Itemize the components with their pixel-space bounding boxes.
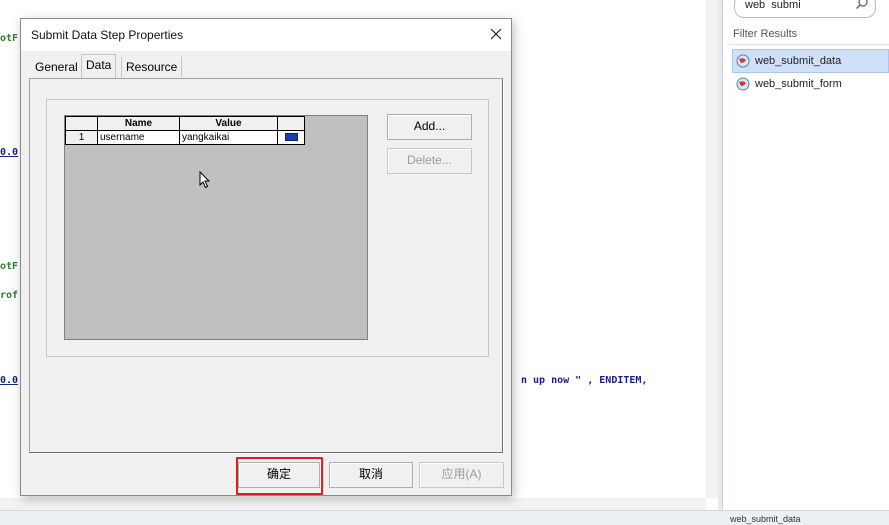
abc-icon — [284, 133, 298, 142]
code-fragment: 0.0 — [0, 375, 19, 386]
data-grid[interactable]: Name Value 1 username yangkaikai — [64, 115, 368, 340]
bottom-fragment: web_submit_data — [730, 514, 801, 524]
code-fragment: 0.0 — [0, 147, 19, 158]
submit-data-step-properties-dialog: Submit Data Step Properties General Data… — [20, 18, 512, 496]
tab-data[interactable]: Data — [81, 54, 117, 78]
data-group-box: Name Value 1 username yangkaikai Add... … — [46, 99, 489, 357]
result-item-label: web_submit_data — [755, 55, 842, 67]
result-item-web-submit-data[interactable]: web_submit_data — [732, 49, 889, 73]
data-table: Name Value 1 username yangkaikai — [65, 116, 305, 145]
table-row[interactable]: 1 username yangkaikai — [65, 130, 305, 145]
divider — [727, 44, 889, 45]
row-number[interactable]: 1 — [65, 130, 98, 145]
cell-type[interactable] — [277, 130, 305, 145]
apply-button[interactable]: 应用(A) — [419, 462, 504, 488]
cancel-button[interactable]: 取消 — [329, 462, 413, 488]
code-fragment-string: n up now " , ENDITEM, — [521, 375, 648, 386]
editor-horizontal-scrollbar[interactable] — [0, 498, 706, 510]
add-button[interactable]: Add... — [387, 114, 472, 140]
cell-name[interactable]: username — [97, 130, 180, 145]
column-header-name[interactable]: Name — [97, 116, 180, 131]
row-header-corner — [65, 116, 98, 131]
code-fragment: otF — [0, 261, 19, 272]
code-fragment: rof — [0, 290, 19, 301]
tab-general[interactable]: General — [31, 57, 82, 77]
code-fragment: otF — [0, 33, 19, 44]
globe-icon — [736, 77, 750, 91]
close-icon — [490, 28, 502, 40]
status-strip: web_submit_data — [0, 510, 889, 525]
tab-resource[interactable]: Resource — [121, 57, 183, 77]
filter-results-title: Filter Results — [733, 28, 798, 40]
mouse-cursor-icon — [199, 171, 211, 189]
cell-value[interactable]: yangkaikai — [179, 130, 278, 145]
ok-button[interactable]: 确定 — [238, 462, 320, 488]
editor-vertical-scrollbar[interactable] — [706, 0, 718, 498]
search-box[interactable] — [734, 0, 876, 18]
globe-icon — [736, 54, 750, 68]
column-header-type — [277, 116, 305, 131]
column-header-value[interactable]: Value — [179, 116, 278, 131]
search-icon[interactable] — [855, 0, 869, 10]
step-toolbox-panel: Filter Results web_submit_data web_submi… — [722, 0, 889, 510]
data-tab-page: Name Value 1 username yangkaikai Add... … — [29, 78, 504, 454]
delete-button[interactable]: Delete... — [387, 148, 472, 174]
result-item-web-submit-form[interactable]: web_submit_form — [733, 73, 888, 95]
table-header-row: Name Value — [65, 116, 305, 131]
close-button[interactable] — [481, 19, 511, 49]
dialog-titlebar[interactable]: Submit Data Step Properties — [21, 19, 511, 51]
dialog-title: Submit Data Step Properties — [31, 28, 184, 42]
search-input[interactable] — [745, 0, 853, 12]
result-item-label: web_submit_form — [755, 78, 842, 90]
